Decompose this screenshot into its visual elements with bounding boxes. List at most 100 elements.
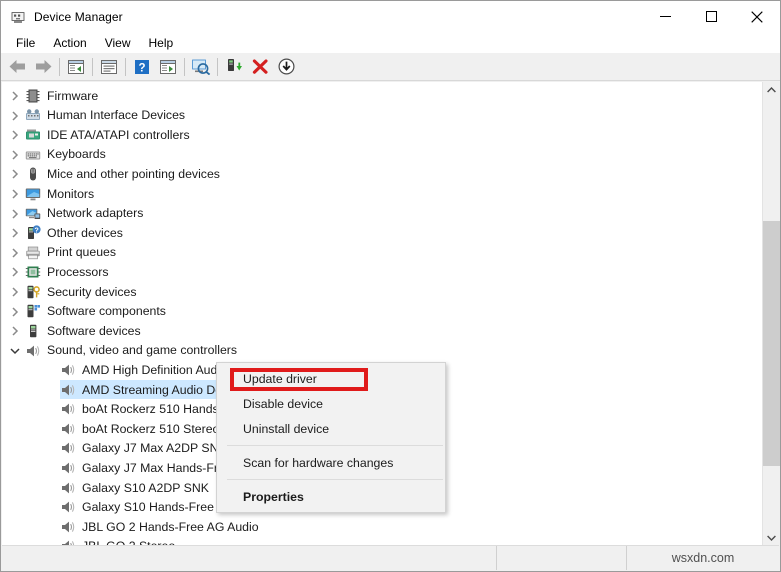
chevron-right-icon[interactable] bbox=[7, 127, 23, 143]
context-menu[interactable]: Update driver Disable device Uninstall dev… bbox=[216, 362, 446, 513]
context-menu-item[interactable]: Disable device bbox=[217, 391, 445, 416]
status-pane-main bbox=[2, 546, 497, 570]
disable-device-icon[interactable] bbox=[273, 55, 299, 79]
mouse-icon bbox=[25, 166, 41, 182]
context-menu-item[interactable]: Uninstall device bbox=[217, 416, 445, 441]
tree-row-label: Software devices bbox=[47, 323, 141, 338]
chevron-right-icon[interactable] bbox=[7, 264, 23, 280]
keyboard-icon bbox=[25, 147, 41, 163]
speaker-icon bbox=[60, 519, 76, 535]
close-button[interactable] bbox=[734, 1, 780, 32]
watermark-label: wsxdn.com bbox=[671, 551, 735, 565]
action-icon[interactable] bbox=[155, 55, 181, 79]
menu-action[interactable]: Action bbox=[44, 34, 95, 52]
other-device-icon: ? bbox=[25, 225, 41, 241]
hid-icon bbox=[25, 107, 41, 123]
tree-row-label: Software components bbox=[47, 304, 166, 319]
tree-row-label: IDE ATA/ATAPI controllers bbox=[47, 127, 190, 142]
menu-help[interactable]: Help bbox=[140, 34, 183, 52]
minimize-button[interactable] bbox=[642, 1, 688, 32]
speaker-icon bbox=[60, 401, 76, 417]
maximize-button[interactable] bbox=[688, 1, 734, 32]
tree-row[interactable]: IDE ATA/ATAPI controllers bbox=[2, 125, 754, 145]
tree-row-label: Mice and other pointing devices bbox=[47, 167, 220, 182]
properties-icon[interactable] bbox=[96, 55, 122, 79]
speaker-icon bbox=[60, 460, 76, 476]
firmware-icon bbox=[25, 88, 41, 104]
toolbar-separator-1 bbox=[59, 57, 60, 76]
chevron-right-icon[interactable] bbox=[7, 88, 23, 104]
svg-text:?: ? bbox=[138, 62, 145, 74]
tree-row[interactable]: ? Other devices bbox=[2, 223, 754, 243]
tree-row-label: Keyboards bbox=[47, 147, 106, 162]
device-manager-icon bbox=[10, 9, 26, 25]
tree-row[interactable]: Print queues bbox=[2, 243, 754, 263]
scrollbar-thumb[interactable] bbox=[763, 221, 780, 466]
tree-row-label: Processors bbox=[47, 264, 109, 279]
monitor-icon bbox=[25, 186, 41, 202]
speaker-icon bbox=[60, 421, 76, 437]
context-menu-separator bbox=[227, 479, 443, 480]
uninstall-device-icon[interactable] bbox=[247, 55, 273, 79]
chevron-right-icon[interactable] bbox=[7, 108, 23, 124]
chevron-right-icon[interactable] bbox=[7, 186, 23, 202]
forward-icon[interactable] bbox=[30, 55, 56, 79]
scroll-up-button[interactable] bbox=[763, 82, 780, 99]
software-device-icon bbox=[25, 323, 41, 339]
tree-row[interactable]: Firmware bbox=[2, 86, 754, 106]
status-bar: wsxdn.com bbox=[2, 545, 779, 570]
device-manager-window: Device Manager File Action View Help ? F… bbox=[0, 0, 781, 572]
tree-row[interactable]: Monitors bbox=[2, 184, 754, 204]
menu-bar: File Action View Help bbox=[1, 32, 780, 53]
menu-view[interactable]: View bbox=[96, 34, 140, 52]
context-menu-item[interactable]: Update driver bbox=[217, 366, 445, 391]
context-menu-separator bbox=[227, 445, 443, 446]
tree-row-label: Sound, video and game controllers bbox=[47, 343, 238, 358]
help-icon[interactable]: ? bbox=[129, 55, 155, 79]
speaker-icon bbox=[60, 480, 76, 496]
update-driver-icon[interactable] bbox=[221, 55, 247, 79]
chevron-down-icon[interactable] bbox=[7, 343, 23, 359]
chevron-right-icon[interactable] bbox=[7, 284, 23, 300]
window-controls bbox=[642, 1, 780, 32]
tree-row-label: Monitors bbox=[47, 186, 95, 201]
tree-row[interactable]: Security devices bbox=[2, 282, 754, 302]
speaker-icon bbox=[60, 499, 76, 515]
scan-for-hardware-changes-icon[interactable] bbox=[188, 55, 214, 79]
tree-row[interactable]: Software devices bbox=[2, 321, 754, 341]
chevron-right-icon[interactable] bbox=[7, 206, 23, 222]
security-device-icon bbox=[25, 284, 41, 300]
tree-row[interactable]: Processors bbox=[2, 262, 754, 282]
chevron-right-icon[interactable] bbox=[7, 304, 23, 320]
tree-row[interactable]: Mice and other pointing devices bbox=[2, 164, 754, 184]
vertical-scrollbar[interactable] bbox=[762, 82, 780, 546]
chevron-right-icon[interactable] bbox=[7, 245, 23, 261]
svg-text:?: ? bbox=[34, 227, 38, 234]
tree-row[interactable]: Network adapters bbox=[2, 204, 754, 224]
show-hide-console-tree-icon[interactable] bbox=[63, 55, 89, 79]
tree-row-label: Security devices bbox=[47, 284, 137, 299]
tree-row[interactable]: Keyboards bbox=[2, 145, 754, 165]
tree-row[interactable]: Sound, video and game controllers bbox=[2, 341, 754, 361]
chevron-right-icon[interactable] bbox=[7, 225, 23, 241]
context-menu-item[interactable]: Properties bbox=[217, 484, 445, 509]
tree-row-label: Print queues bbox=[47, 245, 117, 260]
menu-file[interactable]: File bbox=[7, 34, 44, 52]
context-menu-item[interactable]: Scan for hardware changes bbox=[217, 450, 445, 475]
tree-row[interactable]: JBL GO 2 Hands-Free AG Audio bbox=[2, 517, 754, 537]
chevron-right-icon[interactable] bbox=[7, 166, 23, 182]
scroll-down-button[interactable] bbox=[763, 529, 780, 546]
tree-row-label: JBL GO 2 Hands-Free AG Audio bbox=[82, 519, 259, 534]
tree-row[interactable]: Software components bbox=[2, 302, 754, 322]
tree-row-label: Firmware bbox=[47, 88, 99, 103]
toolbar-separator-2 bbox=[92, 57, 93, 76]
speaker-icon bbox=[60, 362, 76, 378]
toolbar-separator-3 bbox=[125, 57, 126, 76]
tree-row-label: Network adapters bbox=[47, 206, 144, 221]
tree-row[interactable]: Human Interface Devices bbox=[2, 106, 754, 126]
tree-row-label: boAt Rockerz 510 Stereo bbox=[82, 421, 220, 436]
chevron-right-icon[interactable] bbox=[7, 323, 23, 339]
chevron-right-icon[interactable] bbox=[7, 147, 23, 163]
toolbar-separator-4 bbox=[184, 57, 185, 76]
back-icon[interactable] bbox=[4, 55, 30, 79]
